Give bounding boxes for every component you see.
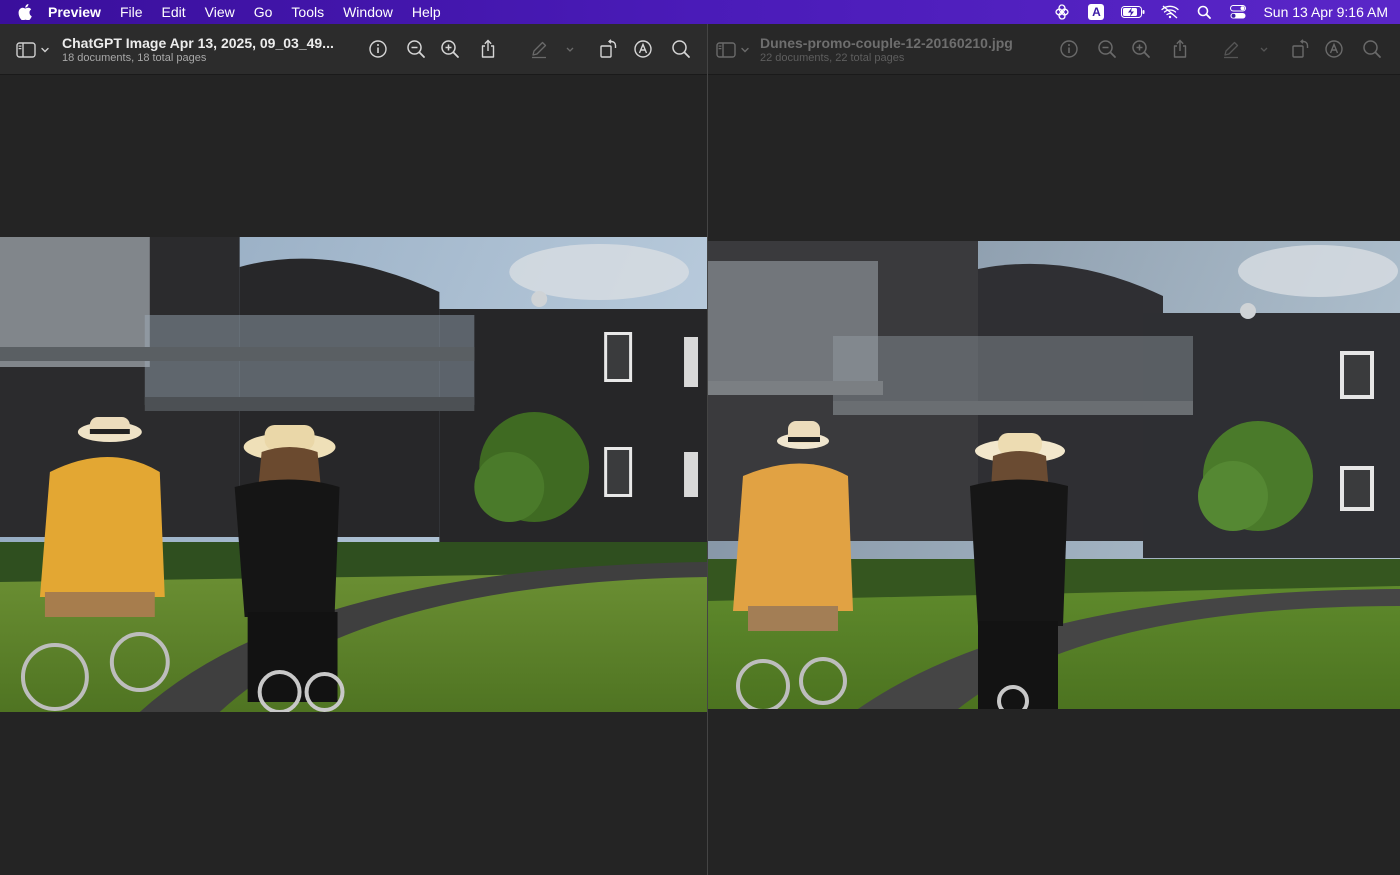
sidebar-toggle-button[interactable] <box>16 40 52 60</box>
preview-window-right: Dunes-promo-couple-12-20160210.jpg 22 do… <box>708 24 1400 875</box>
menu-app-name[interactable]: Preview <box>48 4 101 20</box>
wifi-off-icon[interactable] <box>1161 3 1180 21</box>
info-icon[interactable] <box>368 39 388 59</box>
document-title-block[interactable]: ChatGPT Image Apr 13, 2025, 09_03_49... … <box>62 35 362 64</box>
sidebar-toggle-button[interactable] <box>716 40 752 60</box>
zoom-in-icon[interactable] <box>1131 39 1151 59</box>
menu-tools[interactable]: Tools <box>291 4 324 20</box>
menu-view[interactable]: View <box>205 4 235 20</box>
input-source-label: A <box>1088 4 1105 20</box>
document-image[interactable] <box>708 241 1400 709</box>
search-icon[interactable] <box>671 39 691 59</box>
markup-toolbar-icon[interactable] <box>1324 39 1344 59</box>
menu-file[interactable]: File <box>120 4 143 20</box>
search-icon[interactable] <box>1362 39 1382 59</box>
sidebar-icon <box>716 42 749 58</box>
markup-toolbar-icon[interactable] <box>633 39 653 59</box>
apple-menu-icon[interactable] <box>16 3 34 21</box>
menu-go[interactable]: Go <box>254 4 273 20</box>
rotate-icon[interactable] <box>598 39 618 59</box>
share-icon[interactable] <box>1170 39 1190 59</box>
document-subtitle: 22 documents, 22 total pages <box>760 52 905 64</box>
document-subtitle: 18 documents, 18 total pages <box>62 52 207 64</box>
window-toolbar: Dunes-promo-couple-12-20160210.jpg 22 do… <box>708 24 1400 75</box>
spotlight-icon[interactable] <box>1195 3 1213 21</box>
preview-window-left: ChatGPT Image Apr 13, 2025, 09_03_49... … <box>0 24 708 875</box>
window-toolbar: ChatGPT Image Apr 13, 2025, 09_03_49... … <box>0 24 707 75</box>
document-title-block[interactable]: Dunes-promo-couple-12-20160210.jpg 22 do… <box>760 35 1060 64</box>
document-image[interactable] <box>0 237 707 712</box>
document-title: Dunes-promo-couple-12-20160210.jpg <box>760 35 1013 51</box>
zoom-in-icon[interactable] <box>440 39 460 59</box>
menu-window[interactable]: Window <box>343 4 393 20</box>
markup-pen-icon[interactable] <box>529 39 549 59</box>
markup-chevron-icon[interactable] <box>1257 39 1271 59</box>
info-icon[interactable] <box>1059 39 1079 59</box>
control-center-icon[interactable] <box>1229 3 1247 21</box>
markup-pen-icon[interactable] <box>1221 39 1241 59</box>
menu-bar: Preview File Edit View Go Tools Window H… <box>0 0 1400 24</box>
menu-edit[interactable]: Edit <box>162 4 186 20</box>
zoom-out-icon[interactable] <box>1097 39 1117 59</box>
menu-clock[interactable]: Sun 13 Apr 9:16 AM <box>1263 4 1388 20</box>
markup-chevron-icon[interactable] <box>563 39 577 59</box>
input-source-icon[interactable]: A <box>1087 3 1105 21</box>
copilot-icon[interactable] <box>1053 3 1071 21</box>
document-title: ChatGPT Image Apr 13, 2025, 09_03_49... <box>62 35 334 51</box>
rotate-icon[interactable] <box>1290 39 1310 59</box>
share-icon[interactable] <box>478 39 498 59</box>
sidebar-icon <box>16 42 49 58</box>
menu-help[interactable]: Help <box>412 4 441 20</box>
battery-charging-icon[interactable] <box>1121 3 1145 21</box>
zoom-out-icon[interactable] <box>406 39 426 59</box>
